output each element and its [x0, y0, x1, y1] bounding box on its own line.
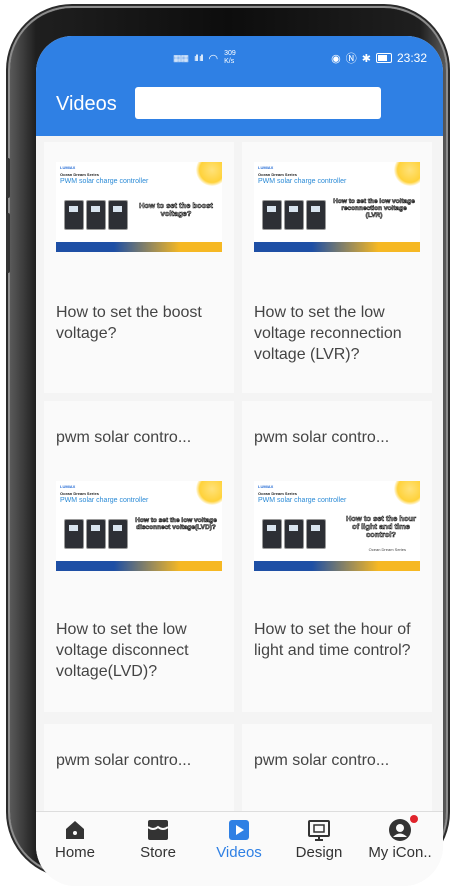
thumbnail-caption: How to set the hour of light and time co…	[346, 514, 417, 539]
thumbnail-footer-band	[254, 242, 420, 252]
video-thumbnail: LUMIAX Ocean Dream Series PWM solar char…	[254, 481, 420, 571]
controller-image	[64, 519, 84, 549]
sun-graphic	[196, 481, 222, 505]
nav-design[interactable]: Design	[284, 818, 354, 861]
video-thumbnail: LUMIAX Ocean Dream Series PWM solar char…	[56, 162, 222, 252]
brand-label: LUMIAX	[60, 165, 76, 170]
product-label: PWM solar charge controller	[60, 497, 149, 504]
controller-image	[306, 200, 326, 230]
video-title: How to set the boost voltage?	[56, 304, 202, 342]
video-thumbnail: LUMIAX Ocean Dream Series PWM solar char…	[56, 481, 222, 571]
controller-image	[284, 519, 304, 549]
video-card[interactable]: LUMIAX Ocean Dream Series PWM solar char…	[242, 142, 432, 393]
controller-image	[86, 519, 106, 549]
thumbnail-caption: How to set the low voltage reconnection …	[333, 198, 415, 220]
thumbnail-series-footer: Ocean Dream Series	[368, 547, 406, 552]
nav-home-label: Home	[54, 844, 95, 861]
product-label: PWM solar charge controller	[258, 497, 347, 504]
video-card[interactable]: LUMIAX Ocean Dream Series PWM solar char…	[44, 142, 234, 393]
brand-label: LUMIAX	[258, 484, 274, 489]
status-bar: ▦▦ ıll ıll ◠ 309 K/s ◉ Ⓝ ✱ 23:32	[173, 48, 427, 68]
nav-store[interactable]: Store	[123, 818, 193, 861]
product-label: PWM solar charge controller	[60, 178, 149, 185]
nav-videos-label: Videos	[216, 844, 262, 861]
app-screen: ▦▦ ıll ıll ◠ 309 K/s ◉ Ⓝ ✱ 23:32 Videos …	[36, 36, 443, 886]
video-thumbnail: LUMIAX Ocean Dream Series PWM solar char…	[254, 162, 420, 252]
search-input[interactable]	[135, 87, 381, 119]
thumbnail-footer-band	[56, 561, 222, 571]
sun-graphic	[394, 481, 420, 505]
person-icon	[389, 819, 411, 841]
network-speed: 309 K/s	[224, 50, 236, 66]
network-speed-value: 309	[224, 50, 236, 57]
video-description-preview: pwm solar contro...	[56, 429, 192, 446]
controller-image	[108, 200, 128, 230]
network-speed-unit: K/s	[224, 58, 235, 65]
series-label: Ocean Dream Series	[60, 491, 99, 496]
controller-image	[86, 200, 106, 230]
video-description-preview: pwm solar contro...	[254, 752, 390, 769]
phone-side-button	[6, 158, 10, 198]
thumbnail-footer-band	[56, 242, 222, 252]
nav-my-icon-label: My iCon..	[368, 844, 432, 861]
video-title: How to set the hour of light and time co…	[254, 621, 411, 659]
controller-image	[306, 519, 326, 549]
thumbnail-caption: How to set the low voltage disconnect vo…	[135, 517, 217, 532]
video-card[interactable]: pwm solar contro...	[44, 724, 234, 811]
sun-graphic	[196, 162, 222, 186]
video-card[interactable]: pwm solar contro...	[242, 724, 432, 811]
wifi-icon: ◠	[208, 52, 219, 65]
controller-image	[64, 200, 84, 230]
nav-videos[interactable]: Videos	[204, 818, 274, 861]
brand-label: LUMIAX	[60, 484, 76, 489]
bottom-nav: Home Store Videos Design My iCon..	[36, 811, 443, 886]
bluetooth-icon: ✱	[361, 52, 371, 65]
series-label: Ocean Dream Series	[258, 491, 297, 496]
nav-design-label: Design	[295, 844, 343, 861]
nav-home[interactable]: Home	[40, 818, 110, 861]
person-icon-wrap	[388, 815, 418, 842]
controller-image	[262, 519, 282, 549]
home-icon	[66, 821, 84, 839]
video-card[interactable]: pwm solar contro... LUMIAX Ocean Dream S…	[44, 401, 234, 712]
video-card[interactable]: pwm solar contro... LUMIAX Ocean Dream S…	[242, 401, 432, 712]
nav-store-label: Store	[140, 844, 176, 861]
eye-icon: ◉	[331, 52, 341, 65]
phone-side-button	[6, 213, 10, 273]
video-title: How to set the low voltage reconnection …	[254, 304, 402, 363]
notification-badge	[410, 815, 418, 823]
controller-image	[108, 519, 128, 549]
brand-label: LUMIAX	[258, 165, 274, 170]
thumbnail-footer-band	[254, 561, 420, 571]
controller-image	[284, 200, 304, 230]
nav-my-icon[interactable]: My iCon..	[361, 815, 439, 861]
nfc-icon: Ⓝ	[345, 53, 357, 65]
battery-icon	[375, 53, 392, 63]
controller-image	[262, 200, 282, 230]
series-label: Ocean Dream Series	[258, 172, 297, 177]
product-label: PWM solar charge controller	[258, 178, 347, 185]
design-icon	[308, 820, 330, 841]
app-header: ▦▦ ıll ıll ◠ 309 K/s ◉ Ⓝ ✱ 23:32 Videos	[36, 36, 443, 136]
video-description-preview: pwm solar contro...	[56, 752, 192, 769]
video-title: How to set the low voltage disconnect vo…	[56, 621, 189, 680]
video-description-preview: pwm solar contro...	[254, 429, 390, 446]
video-grid: LUMIAX Ocean Dream Series PWM solar char…	[36, 136, 443, 811]
series-label: Ocean Dream Series	[60, 172, 99, 177]
sim-icon: ▦▦	[173, 52, 189, 63]
sun-graphic	[394, 162, 420, 186]
store-icon	[147, 820, 169, 840]
cell-signal-icon: ıll ıll	[194, 53, 203, 63]
page-title: Videos	[56, 93, 117, 115]
status-time: 23:32	[396, 51, 427, 65]
play-icon	[229, 820, 249, 840]
thumbnail-caption: How to set the boost voltage?	[139, 201, 213, 218]
